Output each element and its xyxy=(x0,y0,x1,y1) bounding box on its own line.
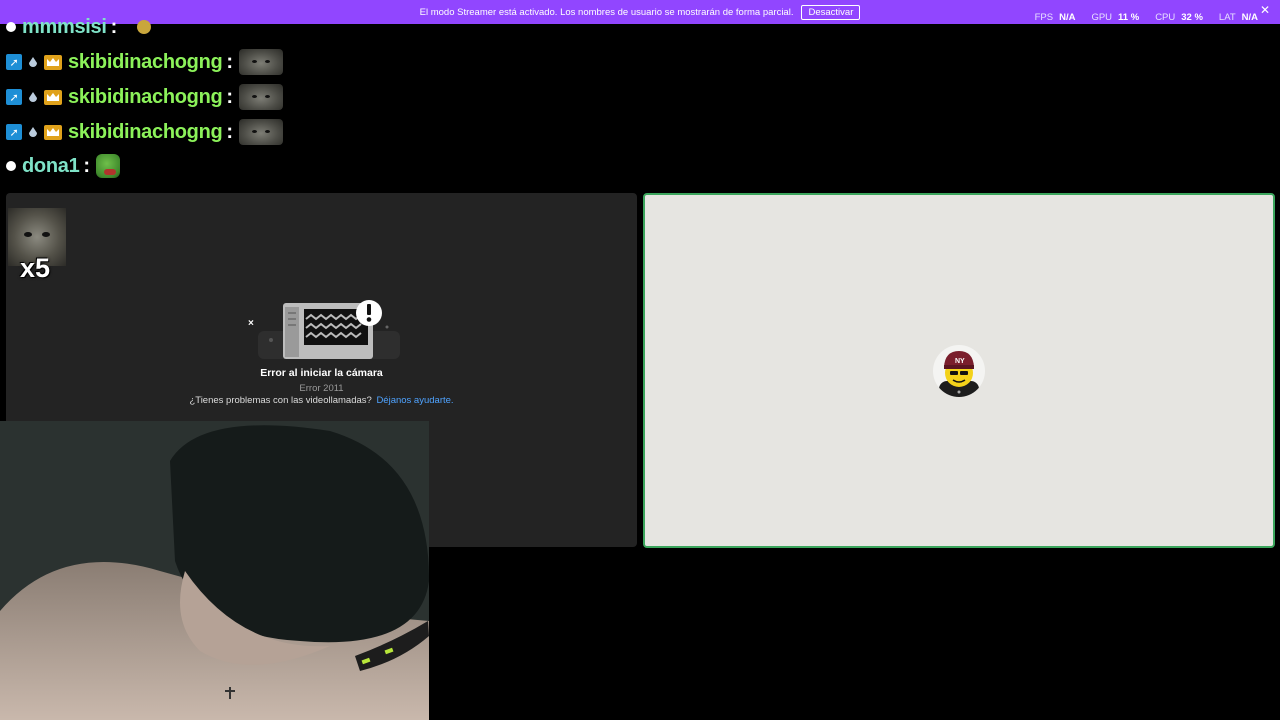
cpu-stat: CPU 32 % xyxy=(1155,11,1203,23)
chat-colon: : xyxy=(226,85,233,108)
emote-icon xyxy=(136,20,151,34)
crown-badge-icon xyxy=(44,54,62,70)
avatar[interactable]: NY xyxy=(933,345,985,397)
camera-error-code: Error 2011 xyxy=(299,383,344,394)
drop-badge-icon xyxy=(28,91,38,103)
drop-badge-icon xyxy=(28,56,38,68)
emote-multiplier: x5 xyxy=(20,253,51,283)
cat-emote-icon xyxy=(238,84,283,110)
chat-message: ➚ skibidinachogng : xyxy=(6,118,283,146)
crown-badge-icon xyxy=(44,89,62,105)
cat-emote-icon xyxy=(238,49,283,75)
chat-message: dona1 : xyxy=(6,152,120,180)
chat-colon: : xyxy=(226,120,233,143)
chat-message: mmmsisi : xyxy=(6,13,151,41)
chat-username[interactable]: mmmsisi xyxy=(22,16,107,39)
fps-stat: FPS N/A xyxy=(1034,11,1076,23)
pepe-emote-icon xyxy=(95,154,120,178)
chat-username[interactable]: dona1 xyxy=(22,155,80,178)
camera-error-illustration: × xyxy=(248,300,400,359)
cat-emote-icon xyxy=(238,119,283,145)
webcam-preview xyxy=(0,421,429,720)
lat-stat: LAT N/A xyxy=(1218,11,1258,23)
gpu-stat: GPU 11 % xyxy=(1091,11,1140,23)
help-link[interactable]: Déjanos ayudarte. xyxy=(376,395,453,406)
chat-username[interactable]: skibidinachogng xyxy=(68,86,223,109)
help-question: ¿Tienes problemas con las videollamadas? xyxy=(189,395,372,406)
call-tile-participant[interactable]: NY xyxy=(643,193,1275,548)
crown-badge-icon xyxy=(44,124,62,140)
streamer-mode-message: El modo Streamer está activado. Los nomb… xyxy=(419,6,794,18)
chat-colon: : xyxy=(110,15,118,38)
performance-stats: FPS N/A GPU 11 % CPU 32 % LAT N/A xyxy=(1035,10,1258,24)
user-dot-icon xyxy=(6,22,16,32)
drop-badge-icon xyxy=(28,126,38,138)
arrow-badge-icon: ➚ xyxy=(6,89,22,105)
chat-colon: : xyxy=(83,154,90,177)
arrow-badge-icon: ➚ xyxy=(6,54,22,70)
chat-colon: : xyxy=(226,50,233,73)
close-icon[interactable]: ✕ xyxy=(1260,3,1270,17)
chat-message: ➚ skibidinachogng : xyxy=(6,48,283,76)
user-dot-icon xyxy=(6,161,16,171)
camera-help-text: ¿Tienes problemas con las videollamadas?… xyxy=(6,395,637,406)
camera-error-title: Error al iniciar la cámara xyxy=(260,367,383,379)
svg-text:NY: NY xyxy=(955,358,965,365)
chat-message: ➚ skibidinachogng : xyxy=(6,83,283,111)
svg-text:×: × xyxy=(248,318,254,329)
arrow-badge-icon: ➚ xyxy=(6,124,22,140)
deactivate-streamer-mode-button[interactable]: Desactivar xyxy=(801,4,861,20)
chat-username[interactable]: skibidinachogng xyxy=(68,121,223,144)
webcam-image xyxy=(0,421,429,720)
chat-username[interactable]: skibidinachogng xyxy=(68,51,223,74)
